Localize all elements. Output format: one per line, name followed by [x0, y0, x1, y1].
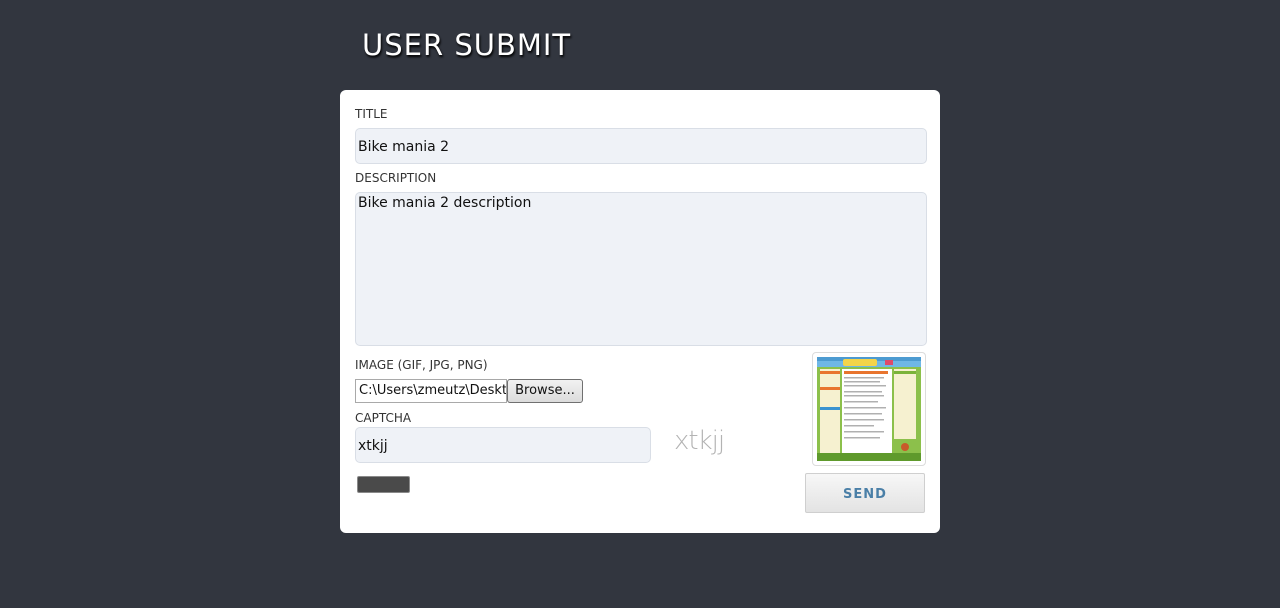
captcha-label: CAPTCHA — [355, 411, 412, 425]
description-textarea[interactable]: Bike mania 2 description — [355, 192, 927, 346]
captcha-image: xtkjj — [674, 426, 725, 456]
small-dark-button[interactable] — [357, 476, 410, 493]
browse-button[interactable]: Browse... — [507, 379, 583, 403]
captcha-input[interactable]: xtkjj — [355, 427, 651, 463]
description-label: DESCRIPTION — [355, 171, 437, 185]
send-button[interactable]: SEND — [805, 473, 925, 513]
submit-form: TITLE Bike mania 2 DESCRIPTION Bike mani… — [340, 90, 940, 533]
file-path-input[interactable]: C:\Users\zmeutz\Deskt — [355, 379, 507, 403]
website-screenshot-thumbnail-icon — [817, 357, 921, 461]
page-title: USER SUBMIT — [362, 28, 572, 62]
image-label: IMAGE (GIF, JPG, PNG) — [355, 358, 488, 372]
image-preview — [812, 352, 926, 466]
title-input[interactable]: Bike mania 2 — [355, 128, 927, 164]
title-label: TITLE — [355, 107, 388, 121]
